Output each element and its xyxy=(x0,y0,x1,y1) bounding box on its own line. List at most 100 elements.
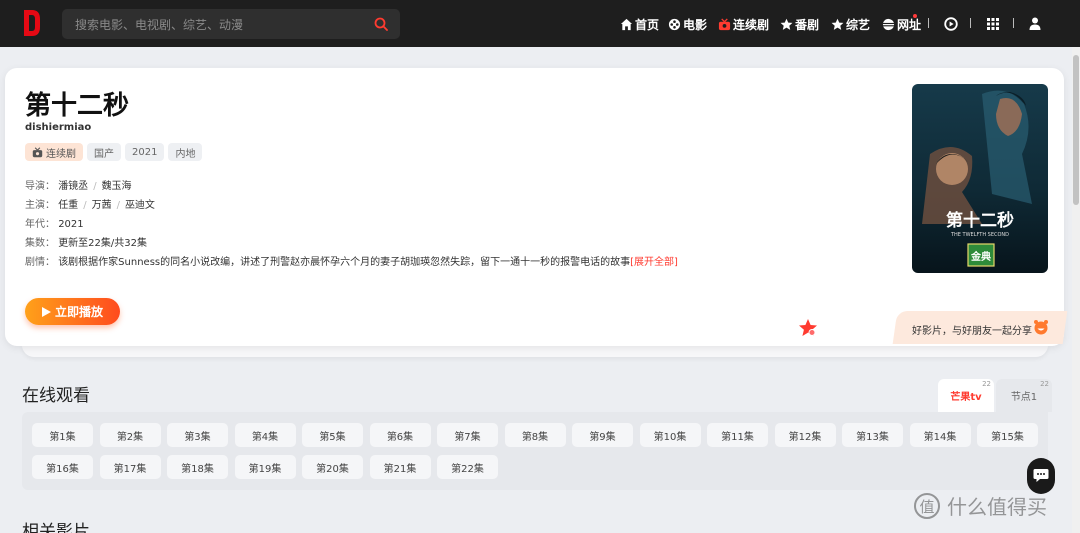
source-tab-mango[interactable]: 芒果tv 22 xyxy=(938,379,994,412)
nav-movie-label: 电影 xyxy=(683,18,708,32)
nav-anime-label: 番剧 xyxy=(795,18,820,32)
episode-button[interactable]: 第18集 xyxy=(167,455,228,479)
chat-button[interactable] xyxy=(1027,458,1055,494)
episode-button[interactable]: 第5集 xyxy=(302,423,363,447)
episode-button[interactable]: 第1集 xyxy=(32,423,93,447)
play-now-button[interactable]: 立即播放 xyxy=(25,298,120,325)
expand-plot-link[interactable]: [展开全部] xyxy=(630,257,678,268)
nav-variety-label: 综艺 xyxy=(846,18,871,32)
tv-icon xyxy=(718,18,731,31)
cast-link[interactable]: 巫迪文 xyxy=(125,200,155,211)
episode-button[interactable]: 第16集 xyxy=(32,455,93,479)
tv-icon xyxy=(32,146,43,157)
episode-button[interactable]: 第8集 xyxy=(504,423,566,447)
episode-button[interactable]: 第17集 xyxy=(99,455,161,479)
episode-button[interactable]: 第13集 xyxy=(842,423,903,447)
year-row: 年代： 2021 xyxy=(25,215,84,230)
globe-icon xyxy=(882,18,895,31)
card-stack-shadow xyxy=(22,345,1048,357)
play-icon xyxy=(41,306,51,317)
episode-button[interactable]: 第4集 xyxy=(234,423,296,447)
plot-row: 剧情： 该剧根据作家Sunness的同名小说改编，讲述了刑警赵亦晨怀孕六个月的妻… xyxy=(25,253,678,268)
episode-button[interactable]: 第10集 xyxy=(639,423,701,447)
tag-area[interactable]: 内地 xyxy=(168,143,203,161)
source-tab-label: 芒果tv xyxy=(950,392,982,403)
notification-dot xyxy=(913,14,917,18)
grid-icon[interactable] xyxy=(987,18,999,30)
search-input[interactable]: 搜索电影、电视剧、综艺、动漫 xyxy=(75,16,243,33)
director-row: 导演： 潘镜丞 / 魏玉海 xyxy=(25,181,132,192)
episode-button[interactable]: 第20集 xyxy=(302,455,363,479)
nav-separator xyxy=(928,18,929,28)
episode-button[interactable]: 第9集 xyxy=(572,423,633,447)
page-title: 第十二秒 xyxy=(25,91,130,121)
nav-variety[interactable]: 综艺 xyxy=(831,16,870,33)
user-icon[interactable] xyxy=(1029,17,1041,30)
source-tab-node1[interactable]: 节点1 22 xyxy=(996,379,1052,412)
related-section-title: 相关影片 xyxy=(22,522,90,533)
top-nav-bar: 搜索电影、电视剧、综艺、动漫 首页 电影 连续剧 番剧 综艺 网址 xyxy=(0,0,1080,47)
search-icon[interactable] xyxy=(374,17,388,31)
director-link[interactable]: 潘镜丞 xyxy=(58,181,88,192)
poster-image[interactable]: 第十二秒 THE TWELFTH SECOND 金典 xyxy=(912,84,1048,273)
watermark: 值 什么值得买 xyxy=(913,491,1047,520)
nav-anime[interactable]: 番剧 xyxy=(780,16,819,33)
plot-label: 剧情： xyxy=(25,257,55,268)
episode-button[interactable]: 第2集 xyxy=(99,423,161,447)
episode-button[interactable]: 第22集 xyxy=(437,455,498,479)
episode-button[interactable]: 第21集 xyxy=(369,455,431,479)
star-icon xyxy=(780,18,793,30)
star-icon xyxy=(831,18,844,30)
year-value: 2021 xyxy=(58,219,84,230)
episode-button[interactable]: 第19集 xyxy=(234,455,296,479)
nav-series[interactable]: 连续剧 xyxy=(718,16,769,33)
cast-link[interactable]: 万茜 xyxy=(92,200,112,211)
poster-art: 第十二秒 THE TWELFTH SECOND 金典 xyxy=(912,84,1048,273)
episode-button[interactable]: 第3集 xyxy=(167,423,228,447)
tag-category[interactable]: 连续剧 xyxy=(25,143,83,161)
scrollbar-thumb[interactable] xyxy=(1073,55,1079,205)
online-section-title: 在线观看 xyxy=(22,386,90,406)
cast-link[interactable]: 任重 xyxy=(58,200,78,211)
detail-card xyxy=(5,68,1064,346)
play-circle-icon[interactable] xyxy=(944,17,958,31)
favorite-star-icon[interactable] xyxy=(798,318,818,338)
year-label: 年代： xyxy=(25,219,55,230)
source-count-badge: 22 xyxy=(1040,380,1049,388)
cast-row: 主演： 任重 / 万茜 / 巫迪文 xyxy=(25,200,155,211)
tag-category-label: 连续剧 xyxy=(46,148,76,160)
chat-bubble-icon xyxy=(1033,469,1049,482)
cast-label: 主演： xyxy=(25,200,55,211)
tag-list: 连续剧 国产 2021 内地 xyxy=(25,143,203,161)
episode-button[interactable]: 第14集 xyxy=(909,423,971,447)
episodes-label: 集数： xyxy=(25,238,55,249)
plot-text: 该剧根据作家Sunness的同名小说改编，讲述了刑警赵亦晨怀孕六个月的妻子胡珈瑛… xyxy=(58,257,631,268)
nav-movie[interactable]: 电影 xyxy=(668,16,707,33)
episode-button[interactable]: 第11集 xyxy=(707,423,768,447)
episodes-value: 更新至22集/共32集 xyxy=(58,238,148,249)
poster-subtitle: THE TWELFTH SECOND xyxy=(950,232,1009,238)
watermark-text: 什么值得买 xyxy=(947,495,1047,519)
search-box[interactable]: 搜索电影、电视剧、综艺、动漫 xyxy=(62,9,400,39)
nav-series-label: 连续剧 xyxy=(733,18,770,32)
director-label: 导演： xyxy=(25,181,55,192)
episode-button[interactable]: 第15集 xyxy=(977,423,1038,447)
film-reel-icon xyxy=(668,18,681,31)
share-text: 好影片，与好朋友一起分享 xyxy=(912,326,1032,337)
tag-year[interactable]: 2021 xyxy=(125,143,165,161)
source-count-badge: 22 xyxy=(982,380,991,388)
nav-home[interactable]: 首页 xyxy=(620,16,659,33)
poster-badge: 金典 xyxy=(970,250,991,263)
episode-button[interactable]: 第7集 xyxy=(437,423,498,447)
logo-icon[interactable] xyxy=(24,10,40,36)
nav-sites[interactable]: 网址 xyxy=(882,16,921,33)
episode-button[interactable]: 第6集 xyxy=(369,423,431,447)
director-link[interactable]: 魏玉海 xyxy=(102,181,132,192)
nav-sites-label: 网址 xyxy=(897,18,922,32)
tag-region[interactable]: 国产 xyxy=(87,143,121,161)
watermark-logo-icon: 值 xyxy=(914,492,940,519)
episode-button[interactable]: 第12集 xyxy=(774,423,836,447)
episodes-row: 集数： 更新至22集/共32集 xyxy=(25,234,147,249)
poster-title: 第十二秒 xyxy=(946,210,1014,231)
nav-separator xyxy=(970,18,971,28)
